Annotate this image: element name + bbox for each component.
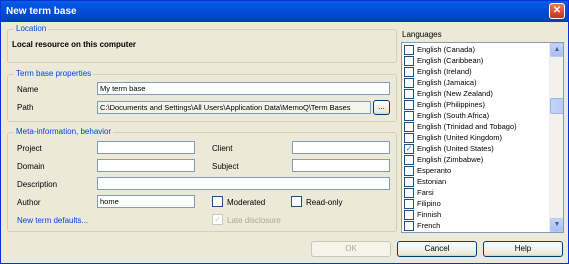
domain-field[interactable] — [97, 159, 195, 172]
moderated-checkbox[interactable] — [212, 196, 223, 207]
path-label: Path — [17, 103, 34, 112]
language-checkbox[interactable] — [404, 45, 414, 55]
language-checkbox[interactable] — [404, 100, 414, 110]
language-label: Esperanto — [417, 166, 452, 175]
language-item[interactable]: English (New Zealand) — [403, 89, 549, 100]
language-checkbox[interactable] — [404, 188, 414, 198]
language-checkbox[interactable] — [404, 122, 414, 132]
language-checkbox[interactable] — [404, 210, 414, 220]
new-term-defaults-link[interactable]: New term defaults... — [17, 216, 88, 225]
language-checkbox[interactable] — [404, 166, 414, 176]
late-disclosure-label: Late disclosure — [227, 216, 281, 225]
languages-scrollbar[interactable]: ▲ ▼ — [549, 43, 563, 232]
language-item[interactable]: Finnish — [403, 210, 549, 221]
read-only-checkbox[interactable] — [291, 196, 302, 207]
project-label: Project — [17, 144, 42, 153]
scroll-down-icon[interactable]: ▼ — [550, 218, 563, 232]
language-label: English (New Zealand) — [417, 89, 493, 98]
language-checkbox[interactable] — [404, 89, 414, 99]
language-label: English (Canada) — [417, 45, 475, 54]
language-item[interactable]: English (Jamaica) — [403, 78, 549, 89]
language-label: English (Caribbean) — [417, 56, 484, 65]
client-label: Client — [212, 144, 233, 153]
late-disclosure-checkbox[interactable]: ✓ — [212, 214, 223, 225]
language-item[interactable]: English (United Kingdom) — [403, 133, 549, 144]
name-label: Name — [17, 85, 39, 94]
language-item[interactable]: English (Canada) — [403, 45, 549, 56]
window-title: New term base — [6, 6, 77, 17]
client-field[interactable] — [292, 141, 390, 154]
language-label: English (Ireland) — [417, 67, 472, 76]
language-checkbox[interactable] — [404, 133, 414, 143]
meta-legend: Meta-information, behavior — [14, 127, 114, 137]
language-checkbox[interactable] — [404, 56, 414, 66]
language-checkbox[interactable] — [404, 221, 414, 231]
languages-list[interactable]: English (Canada) English (Caribbean) Engli… — [401, 42, 564, 233]
language-label: Estonian — [417, 177, 447, 186]
ok-button[interactable]: OK — [311, 241, 391, 257]
new-term-base-dialog: New term base ✕ Location Local resource … — [0, 0, 569, 264]
subject-label: Subject — [212, 162, 239, 171]
help-button[interactable]: Help — [483, 241, 563, 257]
moderated-label: Moderated — [227, 198, 266, 207]
language-label: French — [417, 221, 441, 230]
term-base-properties-group: Term base properties Name My term base P… — [7, 69, 397, 122]
project-field[interactable] — [97, 141, 195, 154]
language-checkbox[interactable] — [404, 111, 414, 121]
domain-label: Domain — [17, 162, 45, 171]
language-checkbox[interactable]: ✓ — [404, 144, 414, 154]
language-item[interactable]: English (Trinidad and Tobago) — [403, 122, 549, 133]
language-label: English (South Africa) — [417, 111, 490, 120]
languages-label: Languages — [402, 30, 442, 39]
language-item[interactable]: English (Ireland) — [403, 67, 549, 78]
language-checkbox[interactable] — [404, 177, 414, 187]
subject-field[interactable] — [292, 159, 390, 172]
description-field[interactable] — [97, 177, 390, 190]
language-checkbox[interactable] — [404, 78, 414, 88]
language-label: Finnish — [417, 210, 442, 219]
name-field[interactable]: My term base — [97, 82, 390, 95]
language-checkbox[interactable] — [404, 199, 414, 209]
browse-button[interactable]: ... — [373, 100, 390, 115]
language-item[interactable]: Filipino — [403, 199, 549, 210]
language-item[interactable]: English (Philippines) — [403, 100, 549, 111]
author-label: Author — [17, 198, 41, 207]
language-label: English (United Kingdom) — [417, 133, 503, 142]
language-checkbox[interactable] — [404, 67, 414, 77]
language-item[interactable]: English (Zimbabwe) — [403, 155, 549, 166]
language-label: English (Jamaica) — [417, 78, 477, 87]
cancel-button[interactable]: Cancel — [397, 241, 477, 257]
path-field[interactable]: C:\Documents and Settings\All Users\Appl… — [97, 101, 371, 114]
language-item[interactable]: English (Caribbean) — [403, 56, 549, 67]
location-text: Local resource on this computer — [12, 40, 137, 49]
language-item[interactable]: French — [403, 221, 549, 232]
language-label: Farsi — [417, 188, 434, 197]
language-label: English (Zimbabwe) — [417, 155, 484, 164]
language-item[interactable]: ✓ English (United States) — [403, 144, 549, 155]
description-label: Description — [17, 180, 58, 189]
location-legend: Location — [14, 24, 49, 34]
language-item[interactable]: Estonian — [403, 177, 549, 188]
title-bar: New term base ✕ — [1, 1, 568, 22]
close-icon[interactable]: ✕ — [549, 3, 565, 19]
language-label: English (Trinidad and Tobago) — [417, 122, 517, 131]
language-label: English (United States) — [417, 144, 494, 153]
properties-legend: Term base properties — [14, 69, 94, 79]
language-item[interactable]: Esperanto — [403, 166, 549, 177]
language-checkbox[interactable] — [404, 155, 414, 165]
language-label: English (Philippines) — [417, 100, 485, 109]
scroll-thumb[interactable] — [550, 98, 563, 114]
meta-information-group: Meta-information, behavior Project Clien… — [7, 127, 397, 232]
author-field[interactable]: home — [97, 195, 195, 208]
language-item[interactable]: Farsi — [403, 188, 549, 199]
location-group: Location Local resource on this computer — [7, 24, 397, 63]
scroll-up-icon[interactable]: ▲ — [550, 43, 563, 57]
language-label: Filipino — [417, 199, 441, 208]
language-item[interactable]: English (South Africa) — [403, 111, 549, 122]
read-only-label: Read-only — [306, 198, 343, 207]
